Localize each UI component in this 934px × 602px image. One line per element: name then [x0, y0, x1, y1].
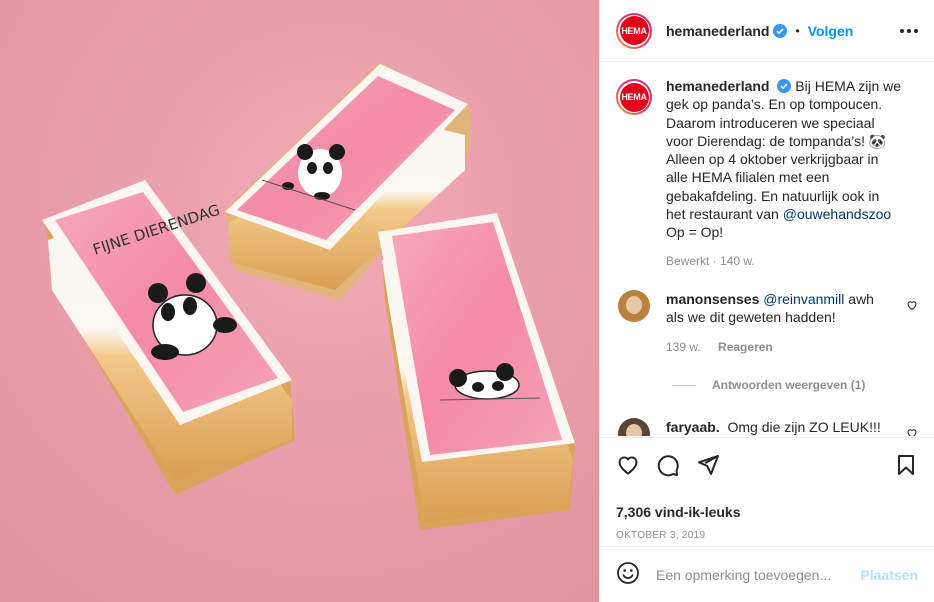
- more-options-icon[interactable]: [900, 28, 918, 33]
- author-username[interactable]: hemanederland: [666, 23, 769, 39]
- commenter-username[interactable]: faryaab.: [666, 419, 720, 435]
- caption-text: hemanederland Bij HEMA zijn we gek op pa…: [666, 77, 902, 242]
- verified-badge-icon: [777, 79, 792, 93]
- separator-dot: •: [795, 23, 800, 38]
- verified-badge-icon: [773, 23, 788, 38]
- hema-logo: HEMA: [619, 16, 649, 45]
- share-paper-plane-icon[interactable]: [696, 453, 720, 480]
- reply-button[interactable]: Reageren: [718, 340, 773, 354]
- replies-divider: [672, 384, 696, 386]
- comments-section[interactable]: HEMA hemanederland Bij HEMA zijn we gek …: [600, 63, 934, 436]
- post-date: OKTOBER 3, 2019: [616, 530, 706, 541]
- view-replies-label: Antwoorden weergeven (1): [712, 378, 866, 393]
- add-comment-bar: Een opmerking toevoegen... Plaatsen: [600, 546, 934, 602]
- emoji-smiley-icon[interactable]: [616, 561, 640, 588]
- caption-avatar[interactable]: HEMA: [616, 79, 652, 115]
- comment-item: manonsenses @reinvanmill awh als we dit …: [616, 289, 918, 327]
- action-icons: [616, 452, 918, 480]
- likes-count[interactable]: 7,306 vind-ik-leuks: [616, 504, 918, 520]
- caption-meta: Bewerkt · 140 w.: [666, 253, 755, 268]
- comment-age: 139 w.: [666, 340, 701, 355]
- caption-username[interactable]: hemanederland: [666, 78, 769, 94]
- comment-body: Omg die zijn ZO LEUK!!!: [727, 419, 881, 436]
- commenter-username[interactable]: manonsenses: [666, 291, 759, 307]
- comment-mention-link[interactable]: @reinvanmill: [763, 291, 844, 307]
- comment-item: faryaab. Omg die zijn ZO LEUK!!!: [616, 418, 918, 436]
- comment-text: manonsenses @reinvanmill awh als we dit …: [666, 290, 882, 327]
- commenter-avatar[interactable]: [618, 289, 650, 322]
- follow-button[interactable]: Volgen: [808, 23, 854, 39]
- like-comment-heart-icon[interactable]: [906, 298, 918, 314]
- hema-logo: HEMA: [619, 82, 649, 112]
- pastry-photo: FIJNE DIERENDAG: [0, 0, 599, 602]
- like-heart-icon[interactable]: [616, 453, 640, 480]
- post-panel: HEMA hemanederland • Volgen HEMA hemaned…: [599, 0, 934, 602]
- comment-text: faryaab. Omg die zijn ZO LEUK!!!: [666, 418, 882, 436]
- caption-body: Bij HEMA zijn we gek op panda’s. En op t…: [666, 78, 902, 223]
- caption-body-end: Op = Op!: [666, 224, 724, 241]
- post-image[interactable]: FIJNE DIERENDAG: [0, 0, 599, 602]
- post-actions: 7,306 vind-ik-leuks OKTOBER 3, 2019: [600, 437, 934, 541]
- comment-bubble-icon[interactable]: [656, 453, 680, 480]
- post-comment-button[interactable]: Plaatsen: [860, 567, 918, 583]
- caption: HEMA hemanederland Bij HEMA zijn we gek …: [616, 77, 918, 242]
- save-bookmark-icon[interactable]: [894, 453, 918, 480]
- post-header: HEMA hemanederland • Volgen: [600, 0, 934, 62]
- caption-mention-link[interactable]: @ouwehandszoo: [783, 206, 891, 222]
- view-replies-button[interactable]: Antwoorden weergeven (1): [672, 378, 918, 392]
- like-comment-heart-icon[interactable]: [906, 426, 918, 436]
- comment-meta: 139 w. Reageren: [666, 340, 918, 354]
- author-avatar[interactable]: HEMA: [616, 12, 652, 49]
- commenter-avatar[interactable]: [618, 418, 650, 436]
- comment-input[interactable]: Een opmerking toevoegen...: [656, 567, 831, 583]
